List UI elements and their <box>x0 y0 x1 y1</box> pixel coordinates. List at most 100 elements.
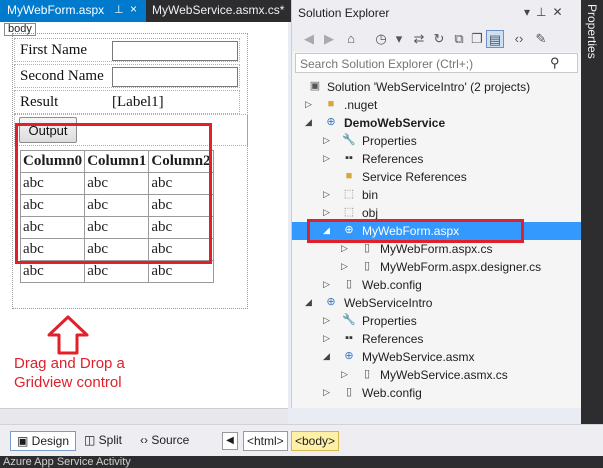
grid-cell: abc <box>148 216 214 239</box>
close-tab-icon[interactable]: × <box>130 2 137 16</box>
expand-arrow-icon[interactable]: ▷ <box>323 189 330 200</box>
result-row: Result [Label1] <box>14 90 240 114</box>
properties-wrench-icon[interactable]: ✎ <box>532 30 550 48</box>
tree-item-mywebform-designer-cs[interactable]: ▷ ▯ MyWebForm.aspx.designer.cs <box>292 258 582 276</box>
grid-column-header: Column1 <box>84 150 150 173</box>
grid-cell: abc <box>84 194 150 217</box>
web-project-icon: ⊕ <box>326 116 336 128</box>
collapse-arrow-icon[interactable]: ◢ <box>305 297 312 308</box>
expand-arrow-icon[interactable]: ▷ <box>341 369 348 380</box>
tree-item-properties-2[interactable]: ▷ 🔧 Properties <box>292 312 582 330</box>
collapse-all-icon[interactable]: ⧉ <box>450 30 468 48</box>
tree-item-label: obj <box>362 206 379 220</box>
expand-arrow-icon[interactable]: ▷ <box>305 99 312 110</box>
collapse-arrow-icon[interactable]: ◢ <box>323 351 330 362</box>
refresh-icon[interactable]: ↻ <box>430 30 448 48</box>
forward-icon[interactable]: ▶ <box>320 30 338 48</box>
html-tag-selector[interactable]: <html> <box>243 431 288 451</box>
expand-arrow-icon[interactable]: ▷ <box>323 315 330 326</box>
tree-item-label: Web.config <box>362 386 422 400</box>
body-tag-selector[interactable]: <body> <box>291 431 340 451</box>
grid-row: abc abc abc <box>19 216 214 239</box>
second-name-input[interactable] <box>112 67 238 87</box>
tree-item-mywebform-aspx[interactable]: ◢ ⊕ MyWebForm.aspx <box>292 222 582 240</box>
expand-arrow-icon[interactable]: ▷ <box>341 261 348 272</box>
first-name-input[interactable] <box>112 41 238 61</box>
solution-search-input[interactable] <box>295 53 578 73</box>
collapse-arrow-icon[interactable]: ◢ <box>323 225 330 236</box>
pin-icon[interactable]: ⊥ <box>536 5 552 19</box>
tree-item-solution[interactable]: ▣ Solution 'WebServiceIntro' (2 projects… <box>292 78 582 96</box>
expand-arrow-icon[interactable]: ▷ <box>323 387 330 398</box>
grid-row: abc abc abc <box>19 238 214 261</box>
tree-item-label: Solution 'WebServiceIntro' (2 projects) <box>327 80 531 94</box>
document-tab-bar: MyWebForm.aspx ⊥ × MyWebService.asmx.cs* <box>0 0 291 22</box>
nav-left-icon[interactable]: ◀ <box>222 432 238 450</box>
expand-arrow-icon[interactable]: ▷ <box>341 243 348 254</box>
expand-arrow-icon[interactable]: ▷ <box>323 153 330 164</box>
split-label: Split <box>98 433 123 447</box>
cs-file-icon: ▯ <box>363 260 371 272</box>
tree-item-mywebservice-asmx[interactable]: ◢ ⊕ MyWebService.asmx <box>292 348 582 366</box>
tree-item-properties[interactable]: ▷ 🔧 Properties <box>292 132 582 150</box>
sync-icon[interactable]: ⇄ <box>410 30 428 48</box>
view-code-icon[interactable]: ‹› <box>510 30 528 48</box>
tree-item-label: MyWebForm.aspx.designer.cs <box>380 260 542 274</box>
solution-explorer-title-bar: Solution Explorer ▾⊥✕ <box>292 0 582 26</box>
wrench-icon: 🔧 <box>342 134 356 146</box>
up-arrow-icon <box>47 315 89 355</box>
collapse-arrow-icon[interactable]: ◢ <box>305 117 312 128</box>
expand-arrow-icon[interactable]: ▷ <box>323 135 330 146</box>
properties-side-tab[interactable]: Properties <box>581 0 603 424</box>
first-name-row: First Name <box>14 38 240 62</box>
dropdown-icon[interactable]: ▾ <box>524 5 536 19</box>
split-view-button[interactable]: ◫ Split <box>78 431 128 451</box>
chevron-down-icon[interactable]: ▾ <box>390 30 408 48</box>
properties-tab-label: Properties <box>585 4 599 59</box>
gridview-control[interactable]: Column0 Column1 Column2 abc abc abc abc … <box>19 150 214 283</box>
tree-item-label: .nuget <box>344 98 378 112</box>
pin-icon[interactable]: ⊥ <box>114 3 124 16</box>
grid-row: abc abc abc <box>19 194 214 217</box>
web-form-designer[interactable]: body First Name Second Name Result [Labe… <box>0 22 288 408</box>
folder-icon: ■ <box>327 98 335 110</box>
tree-item-obj[interactable]: ▷ ⬚ obj <box>292 204 582 222</box>
tree-item-webserviceintro[interactable]: ◢ ⊕ WebServiceIntro <box>292 294 582 312</box>
tree-item-label: MyWebService.asmx <box>362 350 475 364</box>
history-icon[interactable]: ◷ <box>372 30 390 48</box>
source-view-button[interactable]: ‹› Source <box>134 431 195 451</box>
window-controls: ▾⊥✕ <box>524 5 569 19</box>
expand-arrow-icon[interactable]: ▷ <box>323 279 330 290</box>
expand-arrow-icon[interactable]: ▷ <box>323 207 330 218</box>
tree-item-mywebservice-asmx-cs[interactable]: ▷ ▯ MyWebService.asmx.cs <box>292 366 582 384</box>
grid-cell: abc <box>84 216 150 239</box>
globe-icon: ⊕ <box>344 224 354 236</box>
tree-item-web-config[interactable]: ▷ ▯ Web.config <box>292 276 582 294</box>
search-icon[interactable]: ⚲ <box>550 55 560 71</box>
home-icon[interactable]: ⌂ <box>342 30 360 48</box>
tree-item-references-2[interactable]: ▷ ▪▪ References <box>292 330 582 348</box>
dotted-folder-icon: ⬚ <box>343 188 355 200</box>
preview-icon[interactable]: ▤ <box>486 30 504 48</box>
tree-item-nuget[interactable]: ▷ ■ .nuget <box>292 96 582 114</box>
designer-horizontal-scrollbar[interactable] <box>0 408 288 424</box>
grid-cell: abc <box>148 260 214 283</box>
azure-activity-strip[interactable]: Azure App Service Activity <box>0 456 603 468</box>
tree-item-references[interactable]: ▷ ▪▪ References <box>292 150 582 168</box>
back-icon[interactable]: ◀ <box>300 30 318 48</box>
tab-mywebservice-asmx-cs[interactable]: MyWebService.asmx.cs* <box>152 3 284 17</box>
tree-item-demowebservice[interactable]: ◢ ⊕ DemoWebService <box>292 114 582 132</box>
tree-item-bin[interactable]: ▷ ⬚ bin <box>292 186 582 204</box>
output-button[interactable]: Output <box>19 117 77 143</box>
solution-explorer-panel: Solution Explorer ▾⊥✕ ◀ ▶ ⌂ ◷ ▾ ⇄ ↻ ⧉ ❐ … <box>291 0 582 408</box>
tree-item-mywebform-aspx-cs[interactable]: ▷ ▯ MyWebForm.aspx.cs <box>292 240 582 258</box>
close-icon[interactable]: ✕ <box>552 5 568 19</box>
show-all-files-icon[interactable]: ❐ <box>468 30 486 48</box>
solution-explorer-toolbar: ◀ ▶ ⌂ ◷ ▾ ⇄ ↻ ⧉ ❐ ▤ ‹› ✎ <box>292 26 582 52</box>
tree-item-web-config-2[interactable]: ▷ ▯ Web.config <box>292 384 582 402</box>
tree-item-service-references[interactable]: ■ Service References <box>292 168 582 186</box>
design-view-button[interactable]: ▣ Design <box>10 431 77 451</box>
expand-arrow-icon[interactable]: ▷ <box>323 333 330 344</box>
tab-mywebform-aspx[interactable]: MyWebForm.aspx <box>0 0 146 22</box>
result-value-label[interactable]: [Label1] <box>112 94 164 111</box>
